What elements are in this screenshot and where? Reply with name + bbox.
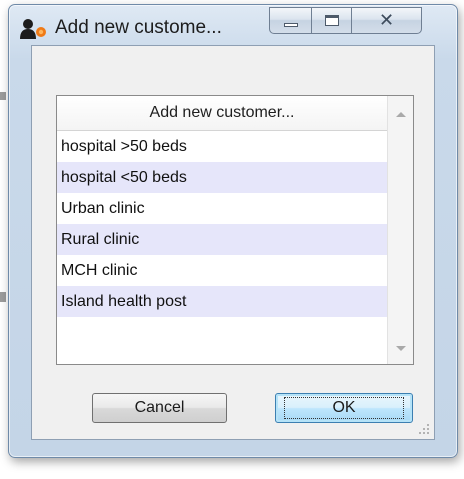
minimize-icon	[283, 22, 298, 27]
dialog-window: Add new custome... ✕ Add new customer...…	[8, 4, 458, 458]
desktop-fragment	[0, 292, 6, 302]
customer-type-list[interactable]: Add new customer... hospital >50 beds ho…	[56, 95, 414, 365]
list-item[interactable]: MCH clinic	[57, 255, 387, 286]
window-title: Add new custome...	[55, 17, 222, 38]
screenshot-canvas: Add new custome... ✕ Add new customer...…	[0, 0, 464, 479]
minimize-button[interactable]	[269, 7, 312, 34]
list-item[interactable]: hospital <50 beds	[57, 162, 387, 193]
list-header[interactable]: Add new customer...	[57, 96, 387, 131]
list-empty-row	[57, 364, 387, 365]
title-bar[interactable]: Add new custome... ✕	[9, 5, 457, 45]
resize-grip-icon[interactable]	[418, 423, 430, 435]
list-rows: hospital >50 beds hospital <50 beds Urba…	[57, 131, 387, 365]
maximize-icon	[324, 15, 339, 26]
list-item[interactable]: hospital >50 beds	[57, 131, 387, 162]
desktop-fragment	[0, 92, 6, 100]
ok-button-label: OK	[284, 397, 404, 419]
scroll-up-button[interactable]	[388, 104, 413, 124]
arrow-up-icon	[395, 111, 406, 117]
customer-add-icon	[20, 19, 46, 39]
dialog-body: Add new customer... hospital >50 beds ho…	[31, 45, 435, 440]
scroll-down-button[interactable]	[388, 338, 413, 358]
cancel-button[interactable]: Cancel	[92, 393, 227, 423]
arrow-down-icon	[395, 345, 406, 351]
close-icon: ✕	[378, 9, 395, 31]
list-item[interactable]: Island health post	[57, 286, 387, 317]
list-item[interactable]: Rural clinic	[57, 224, 387, 255]
ok-button[interactable]: OK	[275, 393, 413, 423]
maximize-button[interactable]	[312, 7, 352, 34]
close-button[interactable]: ✕	[352, 7, 422, 34]
list-empty-row	[57, 317, 387, 364]
vertical-scrollbar[interactable]	[387, 96, 413, 364]
list-item[interactable]: Urban clinic	[57, 193, 387, 224]
